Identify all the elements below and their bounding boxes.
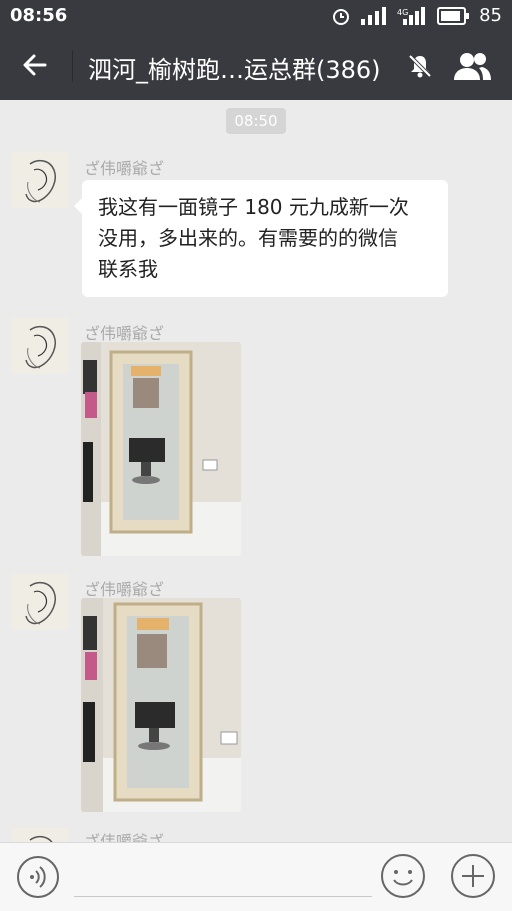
svg-text:4G: 4G xyxy=(397,8,408,17)
message-line: 联系我 xyxy=(98,257,158,281)
mirror-photo xyxy=(81,598,241,812)
sender-name: ざ伟嚼爺ざ xyxy=(84,832,165,842)
battery-icon xyxy=(437,6,470,25)
emoji-icon[interactable] xyxy=(380,853,426,899)
avatar[interactable] xyxy=(12,828,68,842)
avatar[interactable] xyxy=(12,574,68,630)
alarm-icon xyxy=(333,8,350,25)
message-timestamp: 08:50 xyxy=(226,108,286,134)
header-divider xyxy=(72,50,73,82)
avatar-sketch-icon xyxy=(12,574,68,630)
battery-level: 85 xyxy=(479,5,502,26)
mute-icon[interactable] xyxy=(406,52,434,80)
message-line: 没用，多出来的。有需要的的微信 xyxy=(98,226,398,250)
image-message[interactable] xyxy=(81,598,241,812)
back-arrow-icon[interactable] xyxy=(18,48,52,82)
avatar-sketch-icon xyxy=(12,152,68,208)
avatar[interactable] xyxy=(12,318,68,374)
mirror-photo xyxy=(81,342,241,556)
chat-header: 泗河_榆树跑…运总群(386) xyxy=(0,32,512,100)
text-message-bubble[interactable]: 我这有一面镜子 180 元九成新一次 没用，多出来的。有需要的的微信 联系我 xyxy=(74,180,448,297)
input-bar xyxy=(0,842,512,911)
chat-title: 泗河_榆树跑…运总群(386) xyxy=(88,56,381,84)
message-line: 我这有一面镜子 180 元九成新一次 xyxy=(98,195,409,219)
status-time: 08:56 xyxy=(10,5,68,26)
signal-icon xyxy=(361,6,387,25)
sender-name: ざ伟嚼爺ざ xyxy=(84,580,165,599)
status-bar: 08:56 4G 85 xyxy=(0,0,512,32)
sender-name: ざ伟嚼爺ざ xyxy=(84,324,165,343)
avatar-sketch-icon xyxy=(12,318,68,374)
avatar-sketch-icon xyxy=(12,828,68,842)
message-input[interactable] xyxy=(74,896,372,897)
more-options-icon[interactable] xyxy=(450,853,496,899)
image-message[interactable] xyxy=(81,342,241,556)
sender-name: ざ伟嚼爺ざ xyxy=(84,159,165,178)
avatar[interactable] xyxy=(12,152,68,208)
group-members-icon[interactable] xyxy=(452,50,492,82)
signal-4g-icon: 4G xyxy=(397,6,426,25)
voice-input-icon[interactable] xyxy=(16,855,60,899)
status-icons: 4G 85 xyxy=(331,5,502,26)
